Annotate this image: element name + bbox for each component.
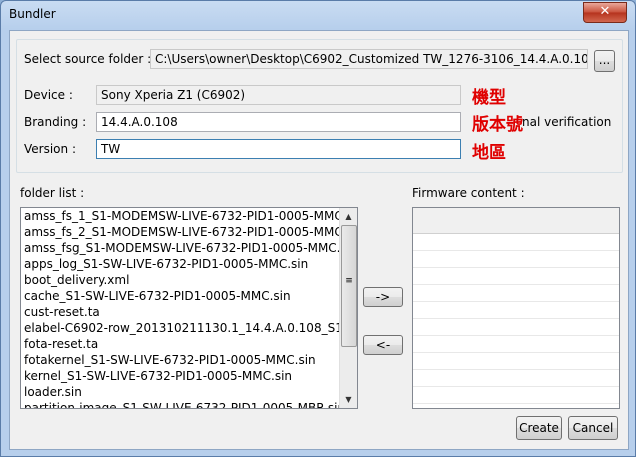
verification-checkbox-label[interactable]: nal verification — [522, 115, 611, 129]
firmware-content-list[interactable] — [412, 207, 620, 409]
list-item[interactable]: kernel_S1-SW-LIVE-6732-PID1-0005-MMC.sin — [21, 368, 339, 384]
version-annotation: 地區 — [472, 143, 506, 163]
list-item — [413, 319, 619, 336]
list-item[interactable]: partition-image_S1-SW-LIVE-6732-PID1-000… — [21, 400, 339, 408]
scroll-up-icon[interactable]: ▲ — [340, 208, 357, 225]
browse-button[interactable]: ... — [594, 50, 615, 72]
list-item[interactable]: amss_fs_2_S1-MODEMSW-LIVE-6732-PID1-0005… — [21, 224, 339, 240]
list-item[interactable]: elabel-C6902-row_201310211130.1_14.4.A.0… — [21, 320, 339, 336]
create-button[interactable]: Create — [516, 416, 562, 440]
list-item[interactable]: fota-reset.ta — [21, 336, 339, 352]
list-item[interactable]: amss_fsg_S1-MODEMSW-LIVE-6732-PID1-0005-… — [21, 240, 339, 256]
source-folder-label: Select source folder : — [24, 52, 152, 66]
title-bar[interactable]: Bundler ✕ — [1, 1, 635, 29]
list-item — [413, 234, 619, 251]
list-item — [413, 302, 619, 319]
bundler-window: Bundler ✕ Select source folder : C:\User… — [0, 0, 636, 457]
dialog-body: Select source folder : C:\Users\owner\De… — [9, 30, 629, 450]
branding-label: Branding : — [24, 115, 87, 129]
device-field[interactable]: Sony Xperia Z1 (C6902) — [96, 85, 461, 105]
list-item[interactable]: boot_delivery.xml — [21, 272, 339, 288]
add-to-firmware-button[interactable]: -> — [363, 287, 403, 307]
branding-annotation: 版本號 — [472, 115, 523, 135]
list-item[interactable]: amss_fs_1_S1-MODEMSW-LIVE-6732-PID1-0005… — [21, 208, 339, 224]
device-label: Device : — [24, 88, 73, 102]
firmware-content-label: Firmware content : — [412, 186, 525, 200]
version-field[interactable]: TW — [96, 139, 461, 159]
close-button[interactable]: ✕ — [583, 2, 627, 23]
scroll-down-icon[interactable]: ▼ — [340, 391, 357, 408]
source-folder-field[interactable]: C:\Users\owner\Desktop\C6902_Customized … — [150, 49, 588, 69]
list-item[interactable]: cust-reset.ta — [21, 304, 339, 320]
folder-list-label: folder list : — [20, 186, 85, 200]
close-icon: ✕ — [599, 4, 611, 19]
list-item — [413, 251, 619, 268]
folder-list[interactable]: amss_fs_1_S1-MODEMSW-LIVE-6732-PID1-0005… — [20, 207, 358, 409]
remove-from-firmware-button[interactable]: <- — [363, 335, 403, 355]
list-item[interactable]: fotakernel_S1-SW-LIVE-6732-PID1-0005-MMC… — [21, 352, 339, 368]
list-item — [413, 387, 619, 404]
folder-list-scrollbar[interactable]: ▲ ≡ ▼ — [339, 208, 357, 408]
branding-field[interactable]: 14.4.A.0.108 — [96, 112, 461, 132]
list-item — [413, 268, 619, 285]
cancel-button[interactable]: Cancel — [568, 416, 618, 440]
list-item — [413, 353, 619, 370]
device-annotation: 機型 — [472, 88, 506, 108]
list-item — [413, 370, 619, 387]
list-item[interactable]: apps_log_S1-SW-LIVE-6732-PID1-0005-MMC.s… — [21, 256, 339, 272]
list-item[interactable]: cache_S1-SW-LIVE-6732-PID1-0005-MMC.sin — [21, 288, 339, 304]
folder-list-items: amss_fs_1_S1-MODEMSW-LIVE-6732-PID1-0005… — [21, 208, 357, 408]
version-label: Version : — [24, 142, 76, 156]
list-item[interactable]: loader.sin — [21, 384, 339, 400]
scroll-thumb[interactable]: ≡ — [341, 225, 357, 347]
list-item — [413, 285, 619, 302]
scroll-grip-icon: ≡ — [345, 276, 353, 286]
window-title: Bundler — [9, 7, 56, 21]
list-item — [413, 336, 619, 353]
firmware-list-header — [413, 208, 619, 234]
